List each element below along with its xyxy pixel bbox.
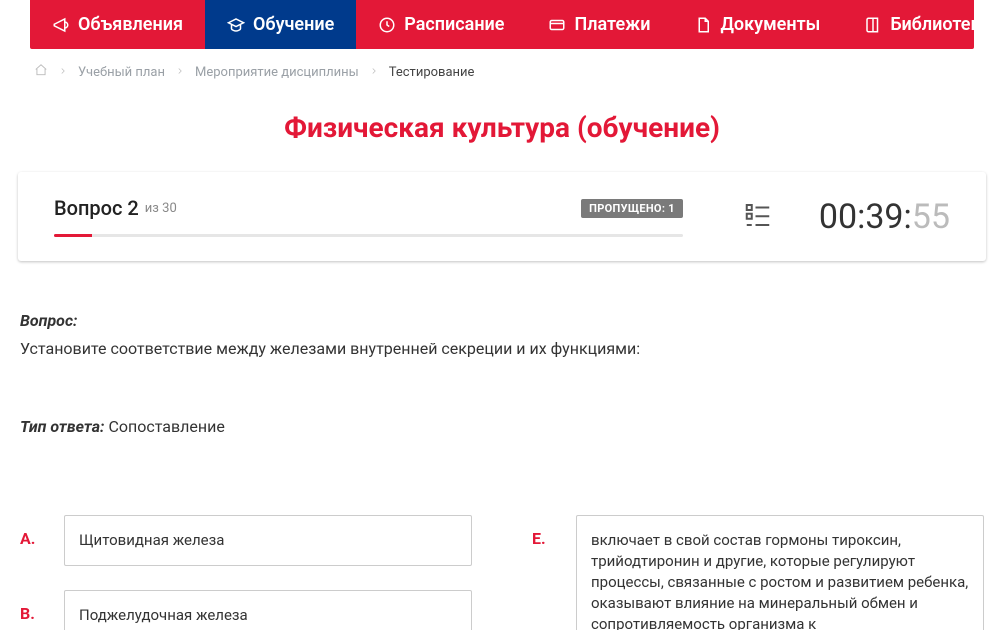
breadcrumb: Учебный план Мероприятие дисциплины Тест… <box>16 49 988 89</box>
nav-announcements[interactable]: Объявления <box>30 0 205 49</box>
nav-library[interactable]: Библиотека <box>842 0 1004 49</box>
option-box[interactable]: Поджелудочная железа <box>64 590 472 630</box>
chevron-right-icon <box>175 65 185 80</box>
nav-label: Расписание <box>404 14 504 35</box>
timer-main: 00:39: <box>819 197 912 237</box>
list-item: A. Щитовидная железа <box>20 515 472 566</box>
question-list-button[interactable] <box>743 200 773 234</box>
option-box[interactable]: включает в свой состав гормоны тироксин,… <box>576 515 984 630</box>
question-text: Установите соответствие между железами в… <box>20 337 984 361</box>
nav-documents[interactable]: Документы <box>672 0 842 49</box>
left-column: A. Щитовидная железа B. Поджелудочная же… <box>20 515 472 630</box>
card-icon <box>548 16 566 34</box>
graduation-icon <box>227 16 245 34</box>
right-column: E. включает в свой состав гормоны тирокс… <box>532 515 984 630</box>
question-total: из 30 <box>145 201 177 216</box>
question-label: Вопрос: <box>20 311 77 330</box>
question-counter: Вопрос 2 <box>54 196 139 220</box>
nav-label: Библиотека <box>890 14 990 35</box>
option-letter: E. <box>532 515 556 548</box>
skipped-badge: ПРОПУЩЕНО: 1 <box>581 199 683 218</box>
nav-learning[interactable]: Обучение <box>205 0 356 49</box>
clock-icon <box>378 16 396 34</box>
crumb-plan[interactable]: Учебный план <box>78 65 165 80</box>
progress-bar <box>54 234 683 237</box>
top-nav: Объявления Обучение Расписание Платежи Д… <box>30 0 974 49</box>
home-icon[interactable] <box>34 63 48 81</box>
quiz-status-card: Вопрос 2 из 30 ПРОПУЩЕНО: 1 00:39:55 <box>18 172 986 261</box>
page-title: Физическая культура (обучение) <box>16 111 988 144</box>
chevron-right-icon <box>369 65 379 80</box>
timer: 00:39:55 <box>819 197 950 237</box>
nav-label: Обучение <box>253 14 334 35</box>
doc-icon <box>694 16 712 34</box>
question-body: Вопрос: Установите соответствие между же… <box>20 309 984 439</box>
nav-label: Объявления <box>78 14 183 35</box>
book-icon <box>864 16 882 34</box>
nav-label: Платежи <box>574 14 650 35</box>
option-letter: B. <box>20 590 44 623</box>
nav-label: Документы <box>720 14 820 35</box>
option-letter: A. <box>20 515 44 548</box>
nav-payments[interactable]: Платежи <box>526 0 672 49</box>
answer-type-value: Сопоставление <box>108 417 224 436</box>
timer-seconds: 55 <box>912 197 950 237</box>
option-box[interactable]: Щитовидная железа <box>64 515 472 566</box>
chevron-right-icon <box>58 65 68 80</box>
answer-type-label: Тип ответа: <box>20 417 104 436</box>
matching-area: A. Щитовидная железа B. Поджелудочная же… <box>16 515 988 630</box>
list-item: E. включает в свой состав гормоны тирокс… <box>532 515 984 630</box>
megaphone-icon <box>52 16 70 34</box>
crumb-current: Тестирование <box>389 65 475 80</box>
nav-schedule[interactable]: Расписание <box>356 0 526 49</box>
list-item: B. Поджелудочная железа <box>20 590 472 630</box>
crumb-event[interactable]: Мероприятие дисциплины <box>195 65 359 80</box>
